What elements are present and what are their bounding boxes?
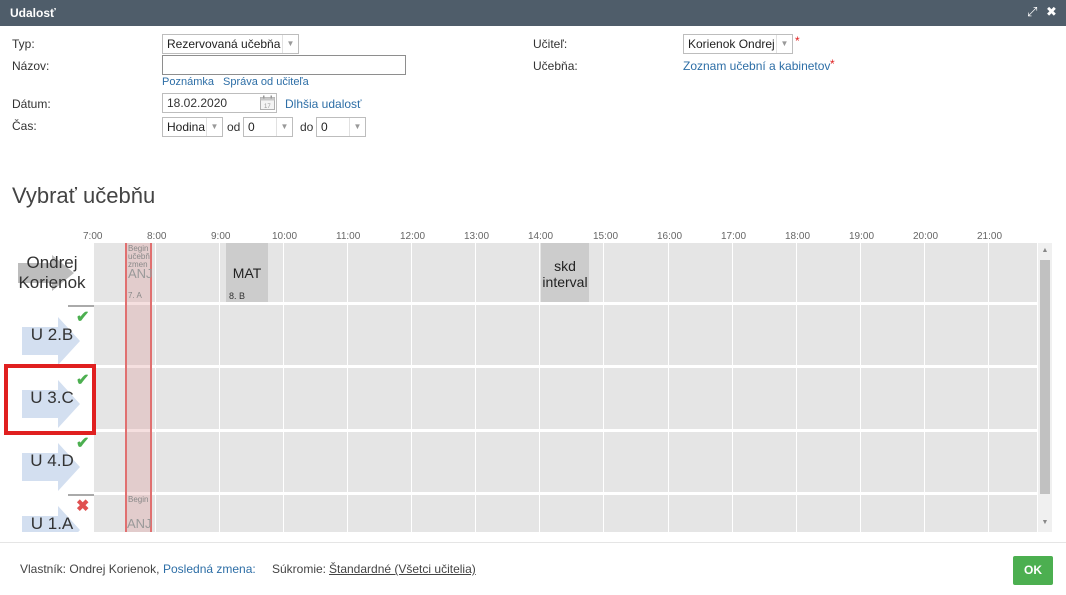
hour-label: 14:00 (528, 231, 554, 242)
event-class: 8. B (229, 291, 246, 301)
highlight-text: Begin (128, 495, 149, 504)
event-block-mat[interactable]: MAT 8. B (226, 243, 268, 302)
hour-label: 7:00 (83, 231, 103, 242)
ucitel-label: Učiteľ: (533, 37, 568, 51)
dlhsia-udalost-link[interactable]: Dlhšia udalosť (285, 97, 362, 111)
row-u4d[interactable]: U 4.D ✔ (0, 431, 94, 493)
row-u1a[interactable]: U 1.A ✖ (0, 494, 94, 532)
event-name: skd interval (542, 258, 588, 290)
hour-label: 11:00 (336, 231, 361, 242)
highlight-text: ANJ (127, 516, 152, 531)
cas-label: Čas: (12, 119, 37, 133)
hour-label: 20:00 (913, 231, 939, 242)
zoznam-ucebni-link[interactable]: Zoznam učební a kabinetov (683, 59, 830, 73)
privacy-label: Súkromie: (272, 562, 327, 576)
hour-label: 9:00 (211, 231, 231, 242)
chevron-down-icon: ▼ (776, 35, 792, 53)
chevron-down-icon: ▼ (349, 118, 365, 136)
sprava-od-ucitela-link[interactable]: Správa od učiteľa (223, 76, 309, 88)
ucitel-value: Korienok Ondrej (688, 37, 775, 51)
highlight-text: ANJ (128, 266, 153, 281)
scroll-down-icon[interactable]: ▼ (1038, 517, 1052, 529)
event-block-skd[interactable]: skd interval (541, 243, 589, 302)
nazov-label: Názov: (12, 59, 50, 73)
check-icon: ✔ (76, 435, 90, 452)
chevron-down-icon: ▼ (282, 35, 298, 53)
selected-time-column[interactable]: Begin učebň zmen ANJ 7. A Begin ANJ (125, 243, 153, 532)
privacy-select[interactable]: Štandardné (Všetci učitelia) (329, 562, 476, 576)
timeline-grid[interactable]: MAT 8. B skd interval (94, 243, 1037, 532)
check-icon: ✔ (76, 309, 90, 326)
last-change-link[interactable]: Posledná zmena: (163, 562, 256, 576)
hour-label: 15:00 (593, 231, 619, 242)
datum-label: Dátum: (12, 97, 51, 111)
chevron-down-icon: ▼ (206, 118, 222, 136)
row-name: U 1.A (30, 514, 74, 532)
close-icon[interactable]: ✖ (1046, 4, 1057, 20)
expand-icon[interactable]: ⤢ (1027, 4, 1037, 20)
row-teacher[interactable]: Ondrej Korienok (0, 243, 94, 305)
required-mark: * (830, 57, 835, 71)
hour-label: 18:00 (785, 231, 811, 242)
cas-unit-value: Hodina (167, 120, 206, 134)
row-name: U 4.D (30, 451, 74, 470)
event-name: MAT (232, 265, 262, 281)
typ-select[interactable]: Rezervovaná učebňa ▼ (162, 34, 299, 54)
highlight-text: 7. A (128, 291, 142, 300)
section-heading: Vybrať učebňu (12, 183, 156, 208)
row-u2b[interactable]: U 2.B ✔ (0, 305, 94, 367)
owner-label: Vlastník: Ondrej Korienok, (20, 562, 160, 576)
od-value: 0 (248, 120, 255, 134)
hour-label: 21:00 (977, 231, 1003, 242)
typ-select-value: Rezervovaná učebňa (167, 37, 281, 51)
vertical-scrollbar[interactable]: ▲ ▼ (1038, 243, 1052, 532)
hour-label: 19:00 (849, 231, 875, 242)
svg-text:17: 17 (264, 104, 271, 110)
cross-icon: ✖ (76, 498, 90, 515)
typ-label: Typ: (12, 37, 35, 51)
hour-label: 13:00 (464, 231, 490, 242)
od-label: od (227, 120, 241, 134)
scrollbar-thumb[interactable] (1040, 260, 1050, 494)
ucitel-select[interactable]: Korienok Ondrej ▼ (683, 34, 793, 54)
window-title: Udalosť (10, 6, 56, 20)
do-select[interactable]: 0 ▼ (316, 117, 366, 137)
row-name: U 2.B (30, 325, 74, 344)
do-value: 0 (321, 120, 328, 134)
calendar-icon[interactable]: 17 (259, 95, 276, 111)
cas-unit-select[interactable]: Hodina ▼ (162, 117, 223, 137)
hour-label: 12:00 (400, 231, 426, 242)
ok-button[interactable]: OK (1013, 556, 1053, 585)
nazov-input[interactable] (162, 55, 406, 75)
window-titlebar: Udalosť ⤢ ✖ (0, 0, 1066, 26)
od-select[interactable]: 0 ▼ (243, 117, 293, 137)
hour-label: 8:00 (147, 231, 167, 242)
scroll-up-icon[interactable]: ▲ (1038, 245, 1052, 257)
chevron-down-icon: ▼ (276, 118, 292, 136)
do-label: do (300, 120, 314, 134)
poznamka-link[interactable]: Poznámka (162, 76, 214, 88)
selection-highlight-box (4, 364, 96, 435)
row-name: Ondrej Korienok (18, 253, 86, 292)
hour-label: 17:00 (721, 231, 747, 242)
required-mark: * (795, 34, 800, 48)
hour-label: 16:00 (657, 231, 683, 242)
ucebna-label: Učebňa: (533, 59, 578, 73)
hour-label: 10:00 (272, 231, 298, 242)
dialog-footer: Vlastník: Ondrej Korienok, Posledná zmen… (0, 542, 1066, 595)
